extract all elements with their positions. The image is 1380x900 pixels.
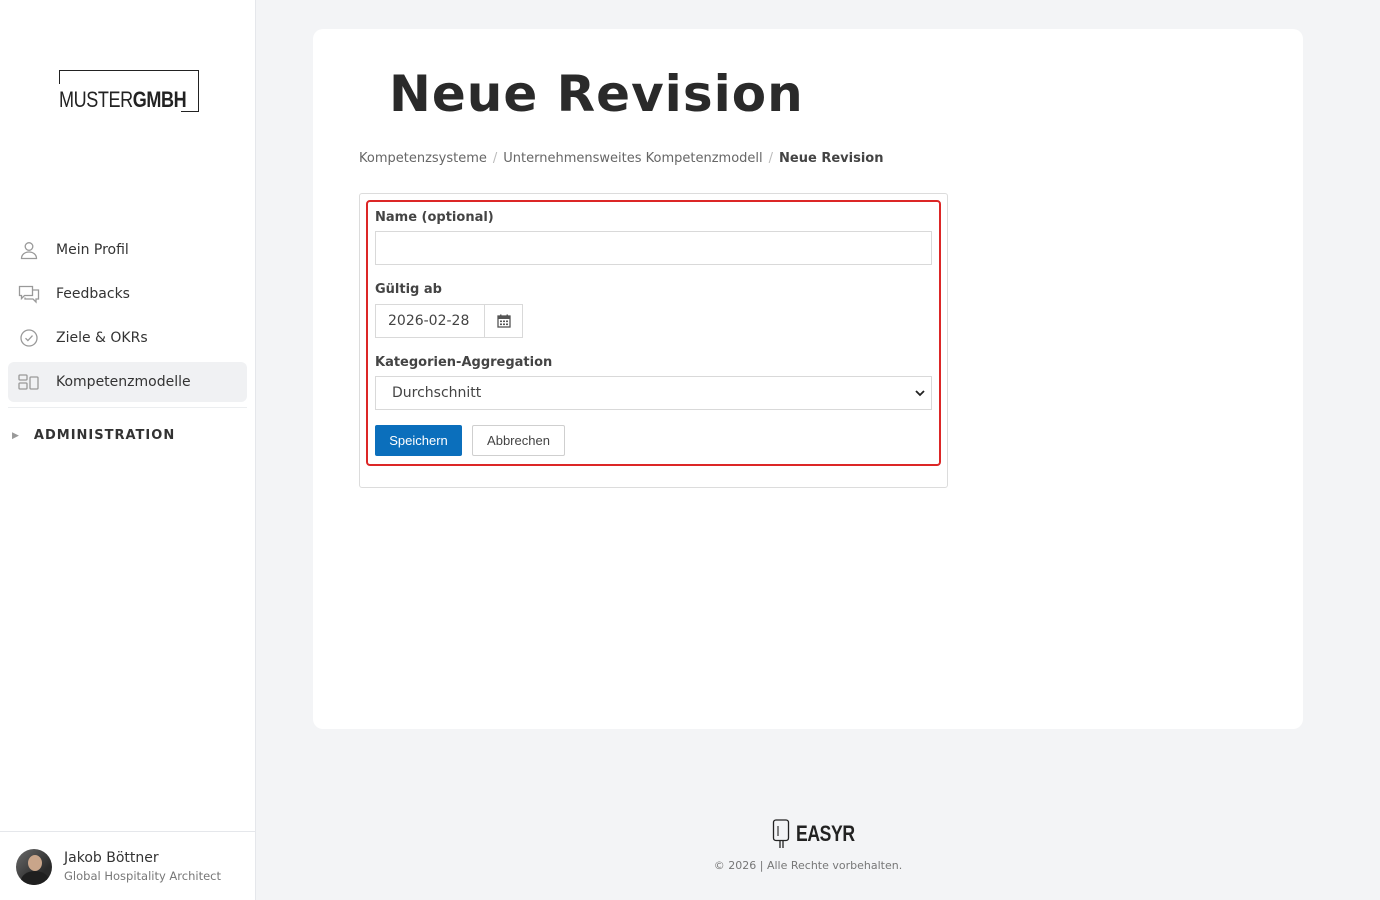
- sidebar-item-label: Ziele & OKRs: [56, 330, 148, 346]
- sidebar-item-label: Mein Profil: [56, 242, 129, 258]
- sidebar-section-administration[interactable]: ▶ ADMINISTRATION: [12, 428, 175, 443]
- nav-divider: [8, 407, 247, 408]
- aggregation-label: Kategorien-Aggregation: [375, 355, 553, 370]
- aggregation-value: Durchschnitt: [392, 385, 482, 401]
- easyr-logo-icon: [772, 819, 790, 848]
- check-circle-icon: [18, 327, 40, 349]
- sidebar: MUSTERGMBH Mein Profil Feedbacks Ziele &…: [0, 0, 256, 900]
- sidebar-item-mein-profil[interactable]: Mein Profil: [8, 230, 247, 270]
- breadcrumb: Kompetenzsysteme / Unternehmensweites Ko…: [359, 151, 884, 166]
- sidebar-item-kompetenzmodelle[interactable]: Kompetenzmodelle: [8, 362, 247, 402]
- valid-from-input[interactable]: 2026-02-28: [375, 304, 485, 338]
- date-picker: 2026-02-28: [375, 304, 523, 338]
- cancel-button[interactable]: Abbrechen: [472, 425, 565, 456]
- sidebar-item-label: Feedbacks: [56, 286, 130, 302]
- sidebar-item-feedbacks[interactable]: Feedbacks: [8, 274, 247, 314]
- breadcrumb-link[interactable]: Kompetenzsysteme: [359, 151, 487, 166]
- chevron-down-icon: [915, 390, 925, 397]
- sidebar-nav: Mein Profil Feedbacks Ziele & OKRs Kompe…: [8, 230, 247, 406]
- breadcrumb-link[interactable]: Unternehmensweites Kompetenzmodell: [503, 151, 762, 166]
- chat-icon: [18, 283, 40, 305]
- sidebar-item-ziele-okrs[interactable]: Ziele & OKRs: [8, 318, 247, 358]
- name-label: Name (optional): [375, 210, 494, 225]
- revision-form: Name (optional) Gültig ab 2026-02-28 Kat…: [366, 200, 941, 466]
- company-logo[interactable]: MUSTERGMBH: [59, 70, 199, 112]
- valid-from-label: Gültig ab: [375, 282, 442, 297]
- save-button[interactable]: Speichern: [375, 425, 462, 456]
- breadcrumb-current: Neue Revision: [779, 151, 884, 166]
- form-container: Name (optional) Gültig ab 2026-02-28 Kat…: [359, 193, 948, 488]
- triangle-right-icon: ▶: [12, 430, 19, 441]
- section-label: ADMINISTRATION: [33, 428, 176, 443]
- grid-icon: [18, 371, 40, 393]
- calendar-button[interactable]: [485, 304, 523, 338]
- footer-logo[interactable]: EASYR: [772, 818, 869, 850]
- name-input[interactable]: [375, 231, 932, 265]
- aggregation-select[interactable]: Durchschnitt: [375, 376, 932, 410]
- footer-copyright: © 2026 | Alle Rechte vorbehalten.: [713, 859, 903, 872]
- user-icon: [18, 239, 40, 261]
- page-title: Neue Revision: [389, 65, 804, 123]
- footer-brand: EASYR: [796, 821, 855, 846]
- calendar-icon: [496, 314, 511, 328]
- main-card: Neue Revision Kompetenzsysteme / Unterne…: [313, 29, 1303, 729]
- sidebar-item-label: Kompetenzmodelle: [56, 374, 191, 390]
